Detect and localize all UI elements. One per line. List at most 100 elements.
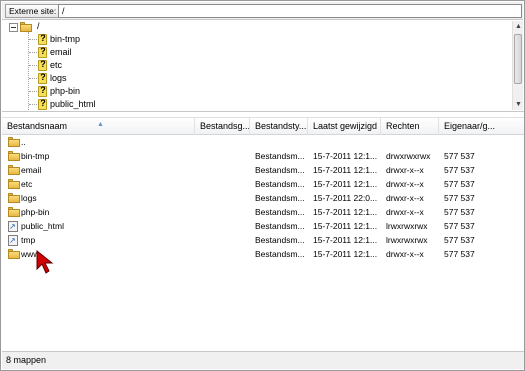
collapse-toggle-icon[interactable] [9, 23, 18, 32]
file-owner: 577 537 [444, 249, 475, 259]
tree-connector [28, 32, 29, 111]
folder-icon [8, 151, 20, 161]
tree-scrollbar[interactable]: ▲ ▼ [512, 21, 523, 110]
tree-item-public-html[interactable]: public_html [50, 98, 96, 111]
tree-connector [29, 65, 37, 66]
file-owner: 577 537 [444, 151, 475, 161]
file-owner: 577 537 [444, 179, 475, 189]
file-type: Bestandsm... [255, 179, 305, 189]
file-permissions: lrwxrwxrwx [386, 221, 428, 231]
directory-tree: / ? bin-tmp? email? etc? logs? php-bin? public… [2, 20, 524, 112]
tree-item-etc[interactable]: etc [50, 59, 62, 72]
tree-item-logs[interactable]: logs [50, 72, 67, 85]
list-item[interactable]: php-bin Bestandsm... 15-7-2011 12:1... drwx… [2, 205, 524, 219]
file-owner: 577 537 [444, 221, 475, 231]
unknown-folder-icon: ? [37, 72, 47, 84]
file-owner: 577 537 [444, 207, 475, 217]
file-owner: 577 537 [444, 235, 475, 245]
remote-site-panel: Externe site: / / ? bin-tmp? email? etc? log… [0, 0, 525, 371]
address-label: Externe site: [5, 4, 61, 18]
file-modified: 15-7-2011 12:1... [313, 151, 378, 161]
list-item[interactable]: email Bestandsm... 15-7-2011 12:1... drwxr-… [2, 163, 524, 177]
scroll-up-icon[interactable]: ▲ [513, 21, 524, 32]
file-permissions: drwxrwxrwx [386, 151, 431, 161]
file-list: .. bin-tmp Bestandsm... 15-7-2011 12:1... dr… [2, 135, 524, 351]
file-permissions: drwxr-x--x [386, 165, 424, 175]
file-type: Bestandsm... [255, 221, 305, 231]
file-permissions: drwxr-x--x [386, 193, 424, 203]
file-permissions: drwxr-x--x [386, 179, 424, 189]
file-owner: 577 537 [444, 165, 475, 175]
file-name: php-bin [21, 207, 50, 217]
column-header-size[interactable]: Bestandsg... [195, 118, 250, 135]
list-item[interactable]: bin-tmp Bestandsm... 15-7-2011 12:1... drwx… [2, 149, 524, 163]
file-modified: 15-7-2011 22:0... [313, 193, 378, 203]
file-modified: 15-7-2011 12:1... [313, 221, 378, 231]
file-type: Bestandsm... [255, 151, 305, 161]
file-type: Bestandsm... [255, 235, 305, 245]
column-header-permissions[interactable]: Rechten [381, 118, 439, 135]
file-name: public_html [21, 221, 64, 231]
file-name: email [21, 165, 42, 175]
scroll-down-icon[interactable]: ▼ [513, 99, 524, 110]
file-permissions: lrwxrwxrwx [386, 235, 428, 245]
file-type: Bestandsm... [255, 193, 305, 203]
root-folder-icon [20, 22, 32, 32]
file-type: Bestandsm... [255, 249, 305, 259]
file-permissions: drwxr-x--x [386, 249, 424, 259]
file-list-header: Bestandsnaam ▲ Bestandsg... Bestandsty..… [2, 117, 524, 135]
file-name: etc [21, 179, 33, 189]
list-item[interactable]: etc Bestandsm... 15-7-2011 12:1... drwxr-x-… [2, 177, 524, 191]
unknown-folder-icon: ? [37, 59, 47, 71]
list-item[interactable]: www Bestandsm... 15-7-2011 12:1... drwxr-x-… [2, 247, 524, 261]
file-name: logs [21, 193, 37, 203]
file-name: tmp [21, 235, 36, 245]
unknown-folder-icon: ? [37, 98, 47, 110]
column-header-name[interactable]: Bestandsnaam ▲ [2, 118, 195, 135]
unknown-folder-icon: ? [37, 85, 47, 97]
unknown-folder-icon: ? [37, 46, 47, 58]
folder-icon [8, 179, 20, 189]
sort-ascending-icon: ▲ [97, 121, 104, 128]
address-input[interactable]: / [58, 4, 522, 18]
file-modified: 15-7-2011 12:1... [313, 207, 378, 217]
file-name: bin-tmp [21, 151, 50, 161]
column-header-label: Bestandsnaam [7, 121, 68, 131]
symlink-icon [8, 234, 18, 248]
file-modified: 15-7-2011 12:1... [313, 179, 378, 189]
file-type: Bestandsm... [255, 165, 305, 175]
list-item[interactable]: logs Bestandsm... 15-7-2011 22:0... drwxr-x… [2, 191, 524, 205]
list-item[interactable]: .. [2, 135, 524, 149]
file-type: Bestandsm... [255, 207, 305, 217]
tree-connector [29, 104, 37, 105]
status-bar: 8 mappen [2, 351, 524, 369]
column-header-owner[interactable]: Eigenaar/g... [439, 118, 524, 135]
folder-icon [8, 165, 20, 175]
file-modified: 15-7-2011 12:1... [313, 249, 378, 259]
tree-item-email[interactable]: email [50, 46, 72, 59]
tree-connector [29, 78, 37, 79]
tree-connector [29, 52, 37, 53]
tree-root-label[interactable]: / [37, 20, 40, 33]
tree-connector [29, 39, 37, 40]
address-bar: Externe site: / [2, 2, 523, 20]
scroll-thumb[interactable] [514, 34, 522, 84]
folder-icon [8, 137, 20, 147]
tree-item-php-bin[interactable]: php-bin [50, 85, 80, 98]
list-item[interactable]: public_html Bestandsm... 15-7-2011 12:1...… [2, 219, 524, 234]
column-header-modified[interactable]: Laatst gewijzigd [308, 118, 381, 135]
mouse-cursor-icon [36, 249, 54, 274]
folder-icon [8, 207, 20, 217]
file-permissions: drwxr-x--x [386, 207, 424, 217]
tree-connector [29, 91, 37, 92]
file-modified: 15-7-2011 12:1... [313, 235, 378, 245]
tree-item-bin-tmp[interactable]: bin-tmp [50, 33, 80, 46]
column-header-type[interactable]: Bestandsty... [250, 118, 308, 135]
unknown-folder-icon: ? [37, 33, 47, 45]
file-owner: 577 537 [444, 193, 475, 203]
symlink-icon [8, 220, 18, 234]
list-item[interactable]: tmp Bestandsm... 15-7-2011 12:1... lrwxrwxr… [2, 233, 524, 248]
folder-icon [8, 249, 20, 259]
file-modified: 15-7-2011 12:1... [313, 165, 378, 175]
file-name: .. [21, 137, 26, 147]
